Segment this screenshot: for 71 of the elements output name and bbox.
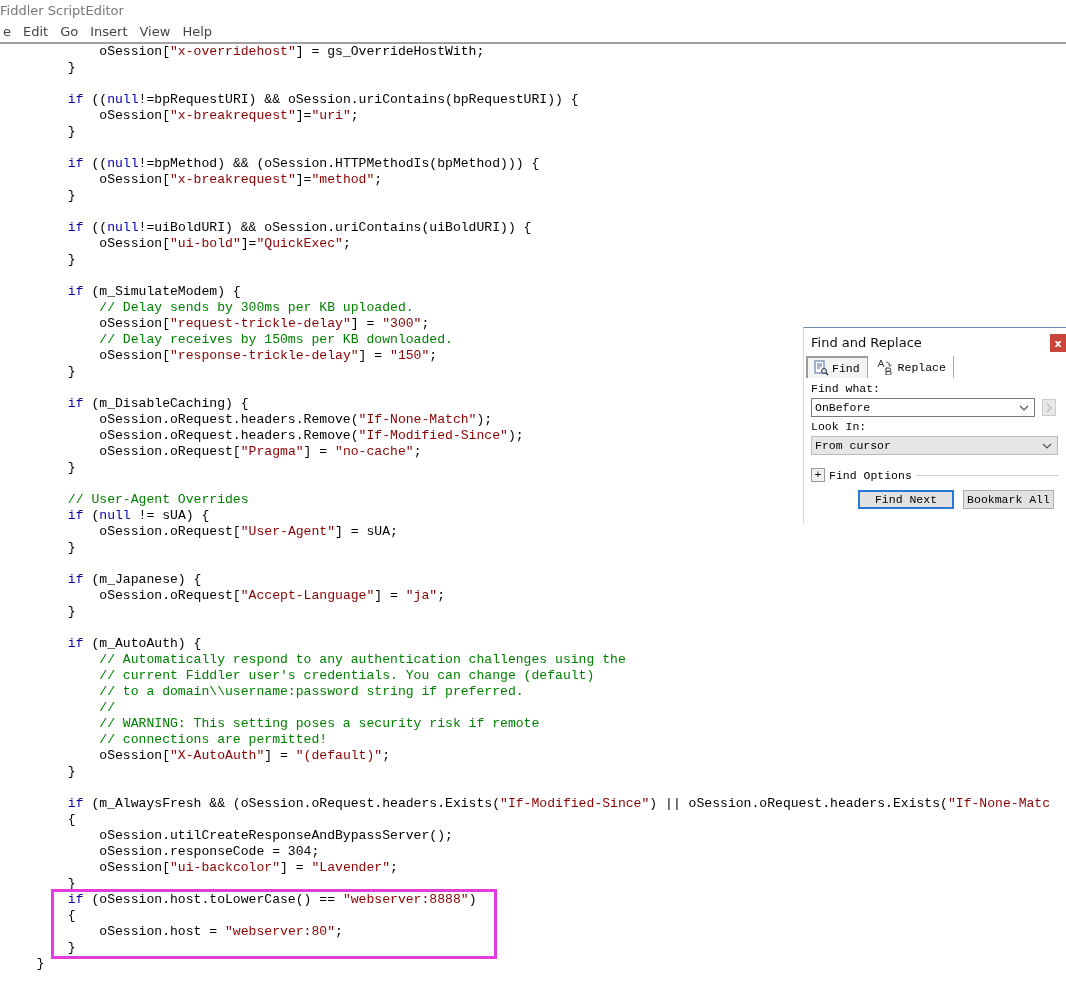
code-line: oSession["x-breakrequest"]="method"; [98, 172, 383, 188]
code-line: } [66, 124, 76, 140]
find-what-combo[interactable]: OnBefore [811, 398, 1035, 417]
code-line: { [66, 908, 76, 924]
dialog-button[interactable]: Bookmark All [963, 490, 1054, 509]
code-line: if (m_Japanese) { [66, 572, 202, 588]
code-line: if (null != sUA) { [66, 508, 210, 524]
code-line: oSession["ui-backcolor"] = "Lavender"; [98, 860, 398, 876]
code-line: oSession["response-trickle-delay"] = "150"; [98, 348, 438, 364]
code-line: oSession["x-breakrequest"]="uri"; [98, 108, 359, 124]
code-line: // Delay receives by 150ms per KB downloaded. [98, 332, 453, 348]
field-label: Find what: [811, 382, 880, 396]
code-line: oSession.oRequest.headers.Remove("If-None-Match"); [98, 412, 493, 428]
dialog-button[interactable]: Find Next [858, 490, 954, 509]
code-line: if ((null!=bpMethod) && (oSession.HTTPMethodIs(bpMethod))) { [66, 156, 540, 172]
code-line: } [35, 956, 45, 972]
look-in-dropdown[interactable]: From cursor [811, 436, 1058, 455]
document-magnifier-icon [813, 360, 829, 376]
code-line: oSession["request-trickle-delay"] = "300"; [98, 316, 430, 332]
code-line: // User-Agent Overrides [66, 492, 249, 508]
chevron-down-icon [1019, 404, 1029, 411]
code-line: oSession.oRequest["Accept-Language"] = "ja"; [98, 588, 446, 604]
menu-item[interactable]: e [0, 24, 17, 39]
code-line: oSession.utilCreateResponseAndBypassServer(); [98, 828, 453, 844]
code-line: { [66, 812, 76, 828]
chevron-down-icon [1042, 442, 1052, 449]
code-line: } [66, 364, 76, 380]
code-line: } [66, 188, 76, 204]
dialog-title: Find and Replace [811, 334, 922, 350]
code-line: // current Fiddler user's credentials. You can change (default) [98, 668, 595, 684]
code-line: } [66, 940, 76, 956]
code-line: oSession["x-overridehost"] = gs_OverrideHostWith; [98, 44, 485, 60]
menu-item[interactable]: View [133, 24, 177, 39]
code-line: oSession.host = "webserver:80"; [98, 924, 343, 940]
menu-item[interactable]: Edit [17, 24, 55, 39]
code-line: if (m_SimulateModem) { [66, 284, 241, 300]
menu-item[interactable]: Insert [84, 24, 134, 39]
code-line: } [66, 460, 76, 476]
code-line: // Automatically respond to any authentication challenges using the [98, 652, 626, 668]
code-line: if (m_DisableCaching) { [66, 396, 249, 412]
code-line: } [66, 604, 76, 620]
code-line: if ((null!=uiBoldURI) && oSession.uriContains(uiBoldURI)) { [66, 220, 532, 236]
close-button[interactable]: x [1050, 334, 1066, 352]
code-line: } [66, 764, 76, 780]
code-line: // WARNING: This setting poses a security risk if remote [98, 716, 540, 732]
code-line: oSession.responseCode = 304; [98, 844, 320, 860]
expand-toggle[interactable]: + [811, 468, 825, 482]
code-line: if (m_AlwaysFresh && (oSession.oRequest.headers.Exists("If-Modified-Since") || oSession.oRequest.headers.Exists("If-None-Matc [66, 796, 1051, 812]
replace-icon [876, 359, 895, 375]
menu-item[interactable]: Go [54, 24, 85, 39]
menu-item[interactable]: Help [176, 24, 218, 39]
code-line: // to a domain\\username:password string if preferred. [98, 684, 524, 700]
code-line: oSession.oRequest.headers.Remove("If-Modified-Since"); [98, 428, 524, 444]
section-label: Find Options [829, 468, 912, 482]
field-label: Look In: [811, 420, 867, 434]
code-line: } [66, 60, 76, 76]
dialog-tab[interactable]: Find [806, 356, 868, 378]
code-line: // Delay sends by 300ms per KB uploaded. [98, 300, 414, 316]
chevron-right-icon [1046, 402, 1052, 413]
code-line: oSession.oRequest["User-Agent"] = sUA; [98, 524, 398, 540]
code-line: if (m_AutoAuth) { [66, 636, 202, 652]
window-title: Fiddler ScriptEditor [0, 2, 124, 18]
code-line: } [66, 252, 76, 268]
code-line: // [98, 700, 115, 716]
code-line: oSession.oRequest["Pragma"] = "no-cache"; [98, 444, 422, 460]
code-line: // connections are permitted! [98, 732, 328, 748]
code-line: oSession["ui-bold"]="QuickExec"; [98, 236, 351, 252]
code-line: oSession["X-AutoAuth"] = "(default)"; [98, 748, 391, 764]
code-line: if (oSession.host.toLowerCase() == "webserver:8888") [66, 892, 477, 908]
code-line: if ((null!=bpRequestURI) && oSession.uriContains(bpRequestURI)) { [66, 92, 579, 108]
code-line: } [66, 540, 76, 556]
